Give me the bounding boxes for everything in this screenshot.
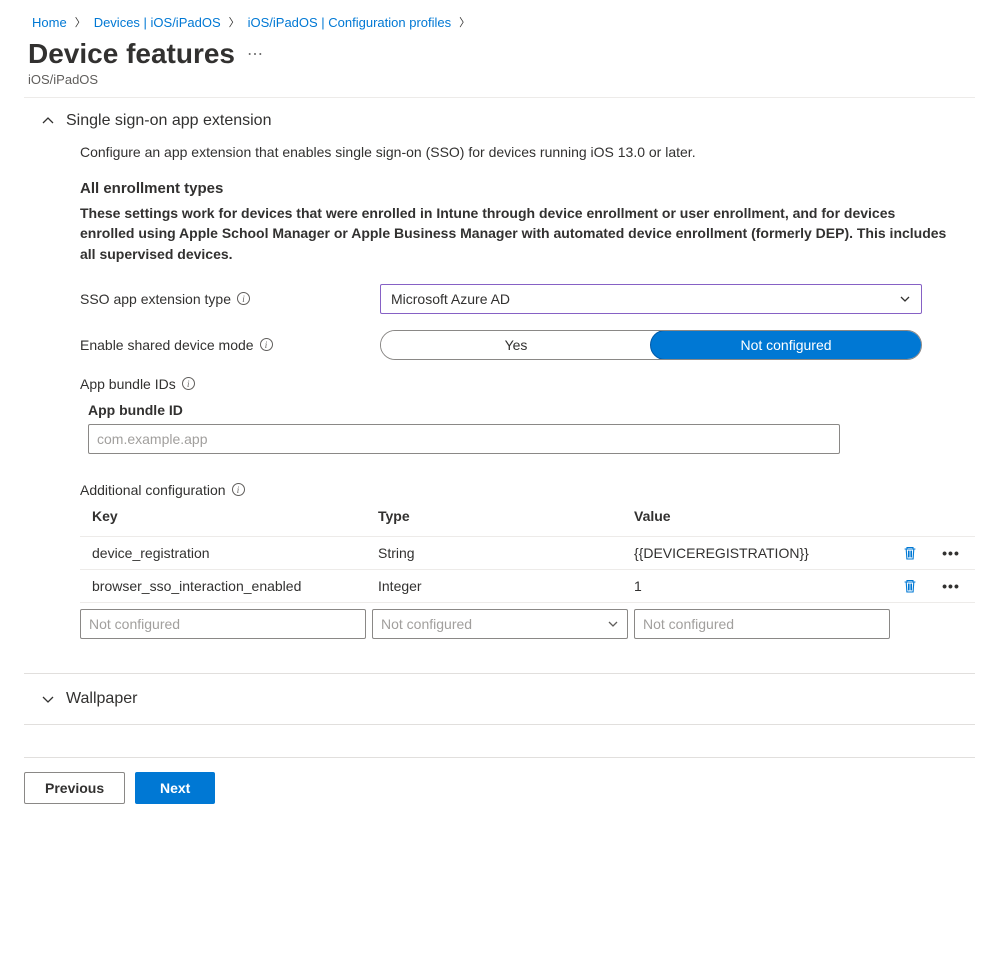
bundle-id-header: App bundle ID (88, 402, 975, 418)
cell-key: browser_sso_interaction_enabled (92, 578, 372, 594)
chevron-right-icon: 〉 (459, 14, 470, 30)
ext-type-dropdown[interactable]: Microsoft Azure AD (380, 284, 922, 314)
cell-type: Integer (378, 578, 628, 594)
new-value-input[interactable] (634, 609, 890, 639)
page-title: Device features (28, 38, 235, 70)
info-icon[interactable]: i (232, 483, 245, 496)
chevron-down-icon (42, 693, 54, 705)
enrollment-description: These settings work for devices that wer… (80, 203, 950, 264)
section-wallpaper-header[interactable]: Wallpaper (24, 673, 975, 725)
section-wallpaper-title: Wallpaper (66, 690, 137, 708)
page-actions-ellipsis[interactable]: ⋯ (247, 44, 263, 64)
delete-row-button[interactable] (890, 545, 930, 561)
row-actions-ellipsis[interactable]: ••• (936, 578, 966, 594)
breadcrumb-devices[interactable]: Devices | iOS/iPadOS (94, 15, 221, 30)
breadcrumb-home[interactable]: Home (32, 15, 67, 30)
page-subtitle: iOS/iPadOS (24, 72, 975, 87)
shared-mode-not-configured[interactable]: Not configured (650, 330, 922, 360)
ext-type-value: Microsoft Azure AD (391, 291, 510, 307)
shared-mode-toggle[interactable]: Yes Not configured (380, 330, 922, 360)
table-row-new: Not configured (80, 602, 975, 647)
col-type: Type (378, 508, 628, 524)
cell-value: {{DEVICEREGISTRATION}} (634, 545, 884, 561)
row-actions-ellipsis[interactable]: ••• (936, 545, 966, 561)
chevron-up-icon (42, 115, 54, 127)
breadcrumb: Home 〉 Devices | iOS/iPadOS 〉 iOS/iPadOS… (24, 10, 975, 38)
chevron-down-icon (899, 293, 911, 305)
cell-type: String (378, 545, 628, 561)
shared-mode-label: Enable shared device mode (80, 337, 254, 353)
config-table-header: Key Type Value (80, 508, 975, 536)
breadcrumb-config-profiles[interactable]: iOS/iPadOS | Configuration profiles (248, 15, 452, 30)
ext-type-label: SSO app extension type (80, 291, 231, 307)
shared-mode-yes[interactable]: Yes (381, 331, 651, 359)
info-icon[interactable]: i (237, 292, 250, 305)
previous-button[interactable]: Previous (24, 772, 125, 804)
section-sso-header[interactable]: Single sign-on app extension (24, 98, 975, 144)
enrollment-header: All enrollment types (80, 180, 975, 197)
info-icon[interactable]: i (182, 377, 195, 390)
new-type-select[interactable]: Not configured (372, 609, 628, 639)
chevron-right-icon: 〉 (75, 14, 86, 30)
new-type-placeholder: Not configured (381, 616, 472, 632)
wizard-footer: Previous Next (24, 757, 975, 804)
table-row: browser_sso_interaction_enabled Integer … (80, 569, 975, 602)
delete-row-button[interactable] (890, 578, 930, 594)
chevron-right-icon: 〉 (229, 14, 240, 30)
section-sso-title: Single sign-on app extension (66, 112, 271, 130)
cell-key: device_registration (92, 545, 372, 561)
sso-description: Configure an app extension that enables … (80, 144, 975, 160)
new-key-input[interactable] (80, 609, 366, 639)
bundle-id-input[interactable] (88, 424, 840, 454)
table-row: device_registration String {{DEVICEREGIS… (80, 536, 975, 569)
info-icon[interactable]: i (260, 338, 273, 351)
col-value: Value (634, 508, 884, 524)
bundle-ids-label: App bundle IDs (80, 376, 176, 392)
col-key: Key (92, 508, 372, 524)
next-button[interactable]: Next (135, 772, 215, 804)
additional-config-label: Additional configuration (80, 482, 226, 498)
cell-value: 1 (634, 578, 884, 594)
